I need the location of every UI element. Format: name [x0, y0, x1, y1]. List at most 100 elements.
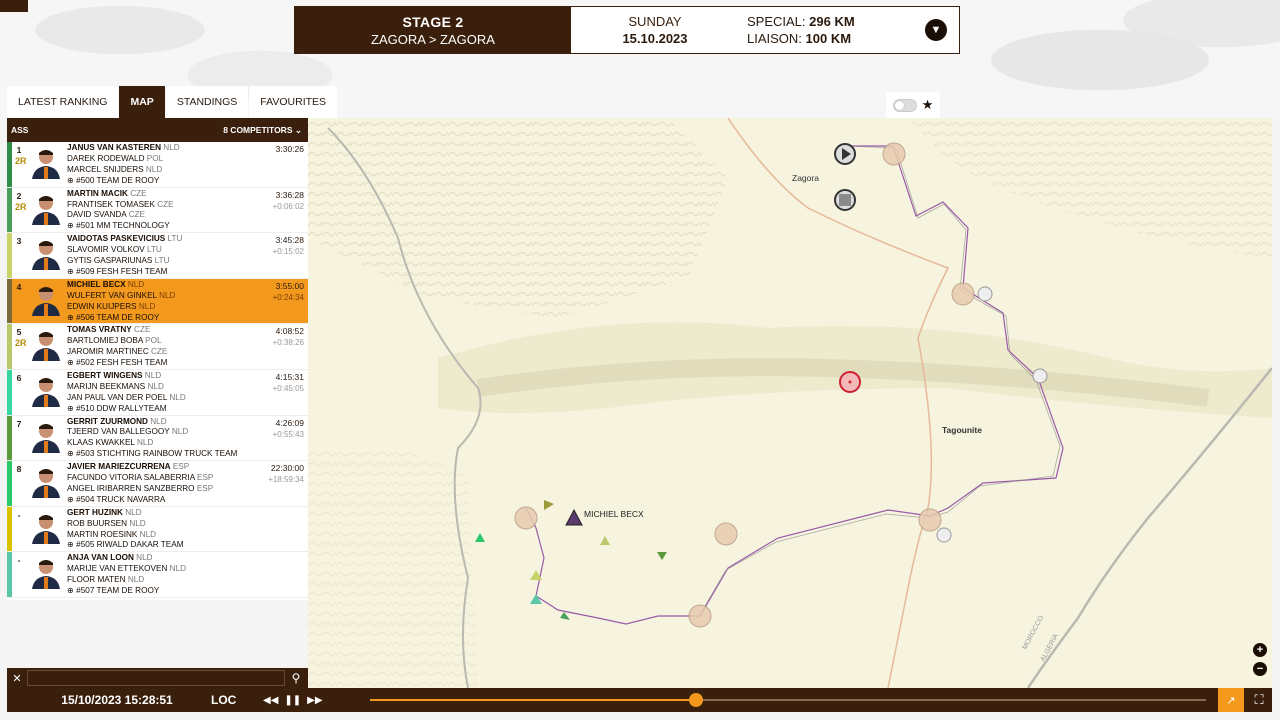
codriver-nationality: NLD — [159, 290, 176, 300]
fast-forward-icon[interactable] — [977, 286, 993, 302]
waypoint[interactable] — [882, 142, 906, 166]
playback-controls: ◀◀ ❚❚ ▶▶ — [257, 695, 323, 706]
stage-date: 15.10.2023 — [622, 31, 688, 46]
mechanic-nationality: NLD — [127, 575, 145, 585]
driver-line: ANJA VAN LOON NLD — [67, 553, 248, 564]
competitor-row[interactable]: 2 2R MARTIN MACIK CZE FRANTISEK TOMASEK … — [7, 187, 308, 234]
search-icon[interactable]: ⚲ — [285, 671, 307, 685]
waypoint[interactable] — [514, 506, 538, 530]
fast-forward-icon[interactable] — [1032, 368, 1048, 384]
driver-nationality: NLD — [144, 370, 162, 380]
map-canvas[interactable]: Zagora Tagounite MICHIEL BECX MOROCCO AL… — [308, 118, 1272, 688]
mechanic-line: MARCEL SNIJDERS NLD — [67, 165, 248, 176]
close-icon[interactable]: ✕ — [7, 672, 27, 685]
time-gap: +0:45:05 — [272, 383, 304, 393]
competitor-row[interactable]: 7 GERRIT ZUURMOND NLD TJEERD VAN BALLEGO… — [7, 415, 308, 462]
category-label: ASS — [11, 125, 29, 135]
loc-toggle[interactable]: LOC — [197, 693, 257, 707]
times: 4:26:09 +0:55:43 — [248, 416, 308, 461]
position: 8 — [16, 464, 22, 475]
competitor-row[interactable]: - ANJA VAN LOON NLD MARIJE VAN ETTEKOVEN… — [7, 552, 308, 598]
codriver-nationality: LTU — [146, 245, 162, 255]
total-time: 3:55:00 — [275, 280, 304, 291]
driver-nationality: NLD — [136, 553, 153, 563]
vehicle-marker-selected[interactable] — [565, 508, 583, 526]
favourites-toggle[interactable] — [892, 98, 917, 112]
tab-latest-ranking[interactable]: LATEST RANKING — [7, 86, 119, 118]
zoom-in-button[interactable]: + — [1253, 643, 1267, 657]
team-name: #505 RIWALD DAKAR TEAM — [76, 540, 184, 550]
waypoint[interactable] — [951, 282, 975, 306]
competitor-row[interactable]: 5 2R TOMAS VRATNY CZE BARTLOMIEJ BOBA PO… — [7, 324, 308, 370]
codriver-name: SLAVOMIR VOLKOV — [67, 245, 145, 255]
avatar — [29, 464, 63, 499]
codriver-name: FACUNDO VITORIA SALABERRIA — [67, 473, 195, 483]
mechanic-name: MARTIN ROESINK — [67, 529, 138, 539]
team-line: ⊕ #506 TEAM DE ROOY — [67, 313, 248, 324]
timeline-progress — [370, 699, 697, 701]
avatar — [29, 236, 63, 271]
vehicle-marker[interactable] — [657, 552, 667, 560]
position: 6 — [16, 372, 22, 383]
total-time: 22:30:00 — [270, 463, 304, 474]
driver-line: VAIDOTAS PASKEVICIUS LTU — [67, 234, 248, 245]
star-icon[interactable]: ★ — [922, 97, 934, 113]
competitors-count: 8 COMPETITORS — [223, 124, 293, 135]
mechanic-line: EDWIN KUIJPERS NLD — [67, 302, 248, 313]
codriver-nationality: POL — [145, 336, 162, 346]
team-line: ⊕ #502 FESH FESH TEAM — [67, 358, 248, 369]
terrain-relief — [308, 118, 728, 318]
rewind-icon[interactable]: ◀◀ — [263, 695, 278, 706]
fast-forward-icon[interactable]: ▶▶ — [307, 695, 322, 706]
stage-title: STAGE 2 — [402, 13, 464, 30]
times: 4:08:52 +0:38:26 — [248, 324, 308, 369]
team-name: #507 TEAM DE ROOY — [76, 586, 160, 596]
expand-button[interactable]: ▼ — [925, 19, 947, 41]
pause-icon[interactable]: ❚❚ — [284, 695, 301, 706]
timeline-handle[interactable] — [689, 693, 704, 707]
collapse-icon: ↗ — [1226, 694, 1236, 707]
competitor-row[interactable]: 4 MICHIEL BECX NLD WULFERT VAN GINKEL NL… — [7, 278, 308, 325]
search-bar: ✕ ⚲ — [7, 668, 308, 688]
fullscreen-button[interactable]: ⛶ — [1247, 688, 1271, 712]
time-gap: +18:59:34 — [268, 475, 304, 485]
rally-map[interactable]: Zagora Tagounite MICHIEL BECX MOROCCO AL… — [308, 118, 1272, 688]
competitor-row[interactable]: 3 VAIDOTAS PASKEVICIUS LTU SLAVOMIR VOLK… — [7, 233, 308, 279]
timeline-slider[interactable] — [370, 693, 1206, 707]
waypoint[interactable] — [714, 522, 738, 546]
competitor-row[interactable]: 6 EGBERT WINGENS NLD MARIJN BEEKMANS NLD… — [7, 369, 308, 416]
mechanic-line: MARTIN ROESINK NLD — [67, 530, 248, 541]
vehicle-marker[interactable] — [600, 536, 610, 545]
alert-marker-dot — [848, 380, 852, 384]
competitor-row[interactable]: - GERT HUZINK NLD ROB BUURSEN NLD MARTIN… — [7, 506, 308, 553]
mechanic-name: DAVID SVANDA — [67, 210, 127, 220]
terrain-relief-ne — [908, 118, 1272, 258]
waypoint[interactable] — [918, 508, 942, 532]
rank-badge: 2R — [15, 338, 27, 349]
vehicle-marker[interactable] — [544, 500, 554, 510]
shrink-button[interactable]: ↗ — [1218, 688, 1244, 712]
waypoint[interactable] — [688, 604, 712, 628]
tab-favourites[interactable]: FAVOURITES — [249, 86, 338, 118]
mechanic-name: JAN PAUL VAN DER POEL — [67, 392, 168, 402]
codriver-nationality: NLD — [169, 564, 187, 574]
vehicle-marker[interactable] — [475, 533, 485, 542]
fuel-icon[interactable] — [936, 527, 952, 543]
competitor-row[interactable]: 8 JAVIER MARIEZCURRENA ESP FACUNDO VITOR… — [7, 461, 308, 507]
zoom-out-button[interactable]: − — [1253, 662, 1267, 676]
team-line: ⊕ #504 TRUCK NAVARRA — [67, 495, 248, 506]
time-gap: +0:06:02 — [272, 201, 304, 211]
tab-standings[interactable]: STANDINGS — [165, 86, 249, 118]
vehicle-marker[interactable] — [560, 612, 570, 620]
liaison-label: LIAISON: — [747, 31, 802, 46]
competitor-row[interactable]: 1 2R JANUS VAN KASTEREN NLD DAREK RODEWA… — [7, 142, 308, 188]
driver-name: JAVIER MARIEZCURRENA — [67, 462, 171, 472]
tab-map[interactable]: MAP — [119, 86, 165, 118]
competitors-dropdown[interactable]: 8 COMPETITORS ⌄ — [223, 125, 302, 136]
driver-line: JAVIER MARIEZCURRENA ESP — [67, 462, 248, 473]
team-line: ⊕ #507 TEAM DE ROOY — [67, 586, 248, 597]
driver-name: EGBERT WINGENS — [67, 370, 143, 380]
driver-nationality: NLD — [125, 507, 142, 517]
search-input[interactable] — [27, 670, 285, 686]
special-label: SPECIAL: — [747, 14, 806, 29]
